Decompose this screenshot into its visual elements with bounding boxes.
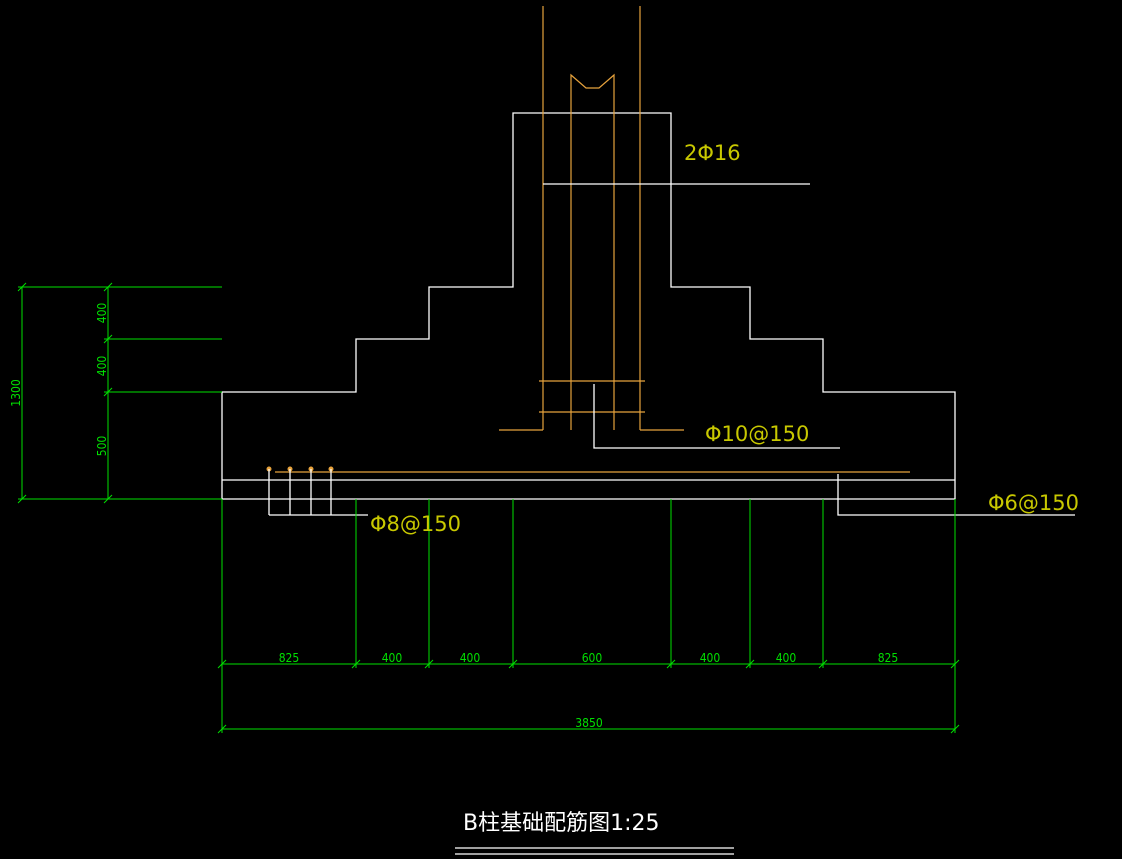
dim-left-3: 500: [95, 436, 109, 457]
label-column-main: 2Φ16: [684, 141, 741, 165]
dim-bottom-7: 825: [878, 651, 899, 665]
drawing-title-block: B柱基础配筋图1:25: [455, 811, 734, 855]
dim-total-height: 1300: [9, 379, 23, 407]
label-bottom-left: Φ8@150: [370, 512, 461, 536]
dim-bottom-1: 825: [279, 651, 300, 665]
dim-bottom-2: 400: [382, 651, 403, 665]
leader-lines: [268, 183, 1075, 516]
dim-left-1: 400: [95, 303, 109, 324]
foundation-outline: [221, 112, 956, 500]
dimension-lines: [17, 282, 960, 734]
label-stirrup: Φ10@150: [705, 422, 809, 446]
column-rebar: [275, 6, 910, 473]
rebar-labels: 2Φ16 Φ10@150 Φ8@150 Φ6@150: [370, 141, 1079, 536]
dim-bottom-3: 400: [460, 651, 481, 665]
dim-bottom-4: 600: [582, 651, 603, 665]
drawing-canvas: 825 400 400 600 400 400 825 3850 400 400…: [9, 6, 1079, 855]
bottom-bar-dots: [266, 466, 334, 472]
dim-left-2: 400: [95, 356, 109, 377]
drawing-title: B柱基础配筋图1:25: [463, 811, 660, 836]
dim-bottom-6: 400: [776, 651, 797, 665]
dim-bottom-5: 400: [700, 651, 721, 665]
label-bottom-right: Φ6@150: [988, 491, 1079, 515]
dim-total-width: 3850: [575, 716, 603, 730]
